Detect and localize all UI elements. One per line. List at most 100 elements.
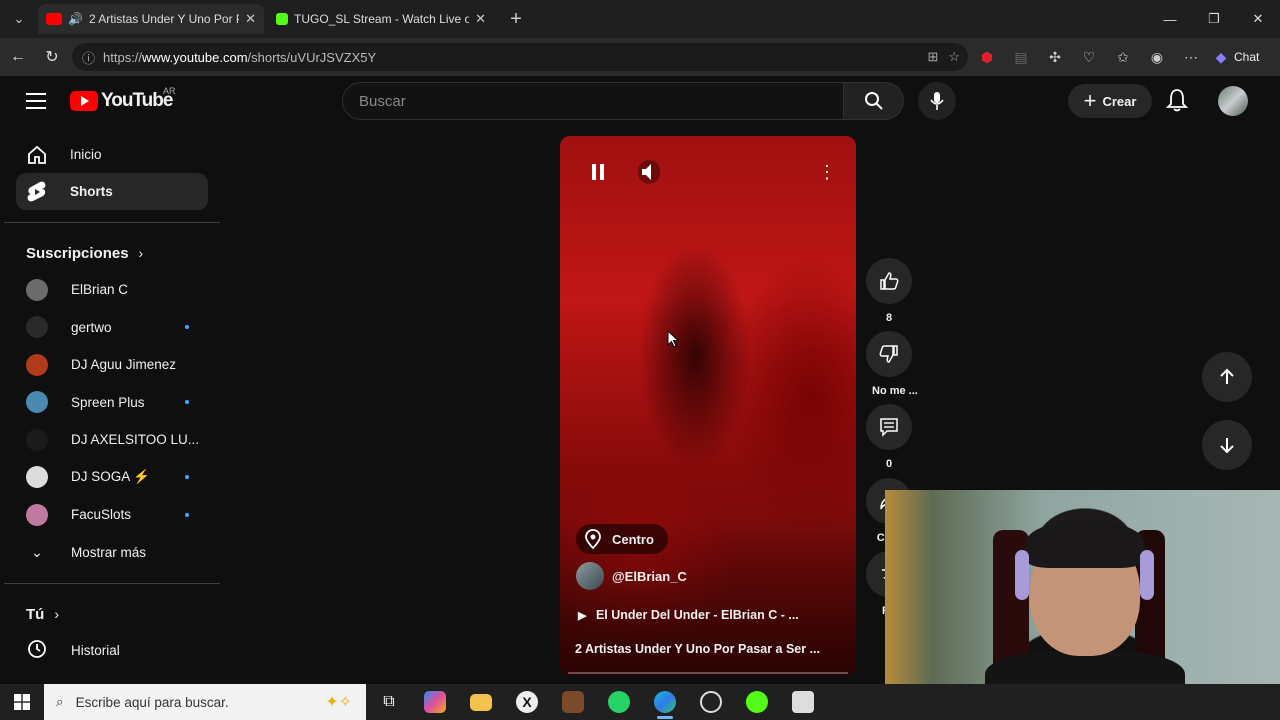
comments-button[interactable] [866,404,912,450]
subscription-name: DJ SOGA ⚡ [71,469,151,485]
new-content-dot [185,475,189,480]
sidebar-item-history[interactable]: Historial [4,632,220,670]
close-window-icon[interactable]: ✕ [1236,0,1280,38]
video-progress-bar[interactable] [568,672,848,674]
speaker-icon[interactable]: 🔊 [68,12,83,26]
edge-browser-icon[interactable] [642,684,688,720]
favorite-star-icon[interactable]: ☆ [948,49,960,65]
notifications-bell-icon[interactable] [1165,88,1189,117]
subscription-name: Spreen Plus [71,394,145,410]
xbox-app-icon[interactable]: X [504,684,550,720]
refresh-icon[interactable]: ↻ [35,40,69,74]
webcam-overlay [885,490,1280,685]
subscription-item[interactable]: gertwo [4,309,220,347]
pause-icon[interactable] [590,162,606,187]
create-label: Crear [1102,93,1137,109]
chevron-right-icon: › [54,606,59,622]
channel-avatar [26,316,48,339]
location-chip[interactable]: Centro [576,524,668,554]
subscription-item[interactable]: FacuSlots [4,496,220,534]
extension-red-icon[interactable]: ⬢ [970,49,1004,66]
taskbar-search-input[interactable]: ⌕ Escribe aquí para buscar. ✦✧ [44,684,366,720]
location-label: Centro [612,531,654,547]
next-short-button[interactable] [1202,420,1252,470]
play-small-icon: ▶ [578,610,587,622]
create-button[interactable]: + Crear [1068,84,1152,118]
game-app-icon[interactable] [550,684,596,720]
tab-actions-chevron-icon[interactable]: ⌄ [4,4,34,34]
account-avatar[interactable] [1218,86,1248,116]
subscriptions-heading[interactable]: Suscripciones › [4,235,220,271]
window-controls: — ❐ ✕ [1148,0,1280,38]
search-input[interactable]: Buscar [342,82,844,120]
more-options-icon[interactable]: ⋮ [818,163,836,181]
app-tray-icon[interactable] [780,684,826,720]
sidebar-item-home[interactable]: Inicio [16,136,208,173]
youtube-logo[interactable]: YouTube AR [70,86,176,112]
url-field[interactable]: ⓘ https://www.youtube.com/shorts/uVUrJSV… [72,43,968,71]
short-title[interactable]: 2 Artistas Under Y Uno Por Pasar a Ser .… [575,642,820,656]
subscriptions-heading-label: Suscripciones [26,244,129,262]
task-view-icon[interactable]: ⧉ [366,684,412,720]
previous-short-button[interactable] [1202,352,1252,402]
copilot-app-icon[interactable] [412,684,458,720]
more-menu-icon[interactable]: ⋯ [1174,49,1208,66]
dislike-label: No me ... [872,385,918,397]
channel-avatar [26,503,48,526]
copilot-icon[interactable]: ◆ [1208,49,1234,66]
menu-icon[interactable] [26,93,46,114]
sidebar-item-shorts[interactable]: Shorts [16,173,208,210]
subscription-item[interactable]: ElBrian C [4,271,220,309]
sidebar-item-label: Shorts [70,184,113,199]
favorites-icon[interactable]: ✩ [1106,49,1140,66]
app-available-icon[interactable]: ⊞ [927,49,938,65]
search-button[interactable] [844,82,904,120]
new-tab-icon[interactable]: + [502,8,530,31]
back-icon[interactable]: ← [1,40,35,74]
shorts-icon [26,181,48,203]
show-more-button[interactable]: ⌄ Mostrar más [4,534,220,572]
extension-gray-icon[interactable]: ▤ [1004,49,1038,66]
subscription-item[interactable]: DJ SOGA ⚡ [4,459,220,497]
close-tab-icon[interactable]: ✕ [475,11,486,27]
browser-essentials-icon[interactable]: ♡ [1072,49,1106,66]
whatsapp-icon[interactable] [596,684,642,720]
song-link[interactable]: ▶ El Under Del Under - ElBrian C - ... [578,608,799,622]
obs-recorder-icon[interactable] [688,684,734,720]
kick-app-icon[interactable] [734,684,780,720]
site-info-icon[interactable]: ⓘ [82,48,95,67]
tab-youtube-short[interactable]: 🔊 2 Artistas Under Y Uno Por Pasar a Ser… [38,4,264,34]
subscription-item[interactable]: DJ AXELSITOO LU... [4,421,220,459]
channel-name[interactable]: @ElBrian_C [612,569,687,584]
minimize-icon[interactable]: — [1148,0,1192,38]
person-hair [1025,520,1145,568]
divider [4,583,220,584]
you-heading[interactable]: Tú › [4,596,220,632]
subscription-name: FacuSlots [71,507,132,523]
kick-favicon-icon [276,13,288,25]
file-explorer-icon[interactable] [458,684,504,720]
short-video-player[interactable]: ⋮ Centro @ElBrian_C ▶ El Under Del Under… [560,136,856,676]
voice-search-button[interactable] [918,82,956,120]
subscription-item[interactable]: DJ Aguu Jimenez [4,346,220,384]
extensions-puzzle-icon[interactable]: ✣ [1038,49,1072,66]
channel-link[interactable]: @ElBrian_C [576,562,687,590]
tab-kick-stream[interactable]: TUGO_SL Stream - Watch Live on Kick ✕ [268,4,494,34]
url-domain: www.youtube.com [142,49,248,65]
restore-icon[interactable]: ❐ [1192,0,1236,38]
extensions-bar: ⬢ ▤ ✣ ♡ ✩ ◉ ⋯ ◆ Chat [970,38,1259,76]
profile-icon[interactable]: ◉ [1140,49,1174,66]
headphone-right [1140,550,1154,600]
subscription-item[interactable]: Spreen Plus [4,384,220,422]
windows-start-icon[interactable] [0,684,44,720]
chat-label[interactable]: Chat [1234,50,1259,64]
close-tab-icon[interactable]: ✕ [245,11,256,27]
volume-icon[interactable] [638,160,660,184]
tab-title: 2 Artistas Under Y Uno Por Pasar a Ser F… [88,12,239,26]
dislike-button[interactable] [866,331,912,377]
channel-avatar[interactable] [576,562,604,590]
search-icon [864,92,883,110]
like-button[interactable] [866,258,912,304]
sidebar: Inicio Shorts Suscripciones › ElBrian C g… [4,136,220,670]
windows-taskbar: ⌕ Escribe aquí para buscar. ✦✧ ⧉ X [0,684,1280,720]
